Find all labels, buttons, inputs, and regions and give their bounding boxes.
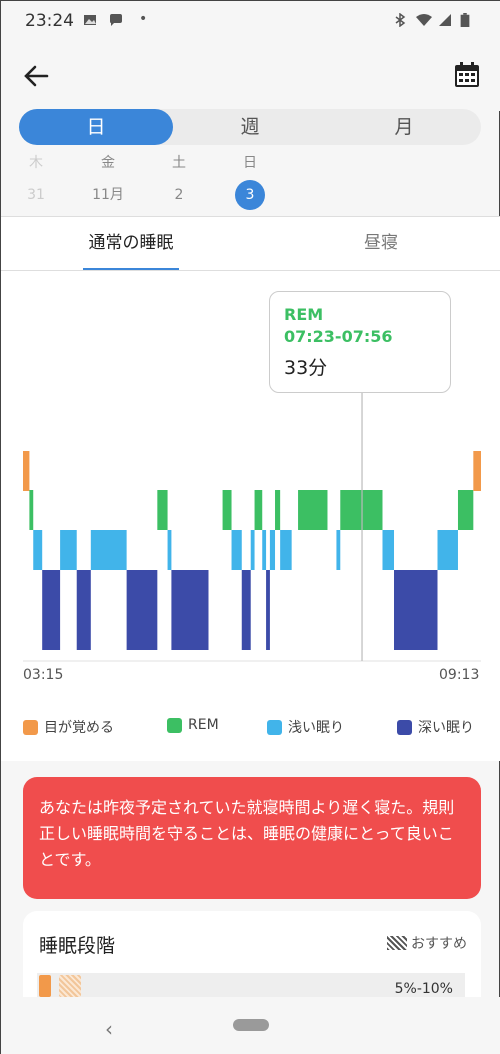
date-weekday: 木 bbox=[29, 155, 43, 171]
legend-item-deep: 深い眠り bbox=[397, 717, 474, 737]
range-selector: 日 週 月 bbox=[19, 109, 481, 145]
sleep-segment[interactable] bbox=[157, 490, 168, 530]
sleep-segment[interactable] bbox=[23, 451, 30, 491]
tab-nap[interactable]: 昼寝 bbox=[341, 217, 421, 271]
gallery-icon bbox=[84, 15, 96, 25]
recommended-label: おすすめ bbox=[411, 936, 467, 952]
legend-label: 目が覚める bbox=[44, 720, 114, 736]
legend-label: 深い眠り bbox=[418, 720, 474, 736]
chart-tooltip: REM 07:23-07:56 33分 bbox=[269, 291, 451, 393]
sleep-segment[interactable] bbox=[254, 490, 263, 530]
sleep-segment[interactable] bbox=[126, 570, 158, 650]
nav-back-icon[interactable]: ‹ bbox=[105, 1017, 113, 1041]
sleep-segment[interactable] bbox=[394, 570, 438, 650]
date-number: 31 bbox=[27, 187, 45, 203]
recommended-legend: おすすめ bbox=[387, 933, 467, 953]
card-title: 睡眠段階 bbox=[39, 935, 116, 957]
legend-label: 浅い眠り bbox=[288, 720, 344, 736]
awake-actual-bar bbox=[39, 975, 51, 997]
range-tab-week[interactable]: 週 bbox=[173, 109, 327, 145]
sleep-type-tabs: 通常の睡眠 昼寝 bbox=[1, 217, 500, 271]
calendar-icon[interactable] bbox=[453, 61, 481, 89]
sleep-segment[interactable] bbox=[231, 530, 242, 570]
tab-normal-sleep[interactable]: 通常の睡眠 bbox=[83, 217, 179, 271]
sleep-segment[interactable] bbox=[76, 570, 91, 650]
legend-swatch bbox=[23, 719, 38, 735]
date-item[interactable]: 土 2 bbox=[154, 151, 204, 211]
sleep-segment[interactable] bbox=[42, 570, 61, 650]
date-item-selected[interactable]: 日 3 bbox=[225, 151, 275, 211]
sleep-segment[interactable] bbox=[340, 490, 383, 530]
date-number: 3 bbox=[235, 180, 265, 210]
sleep-segment[interactable] bbox=[457, 490, 474, 530]
sleep-segment[interactable] bbox=[262, 530, 267, 570]
legend-item-awake: 目が覚める bbox=[23, 717, 114, 737]
sleep-segment[interactable] bbox=[298, 490, 328, 530]
bluetooth-icon bbox=[395, 13, 406, 27]
range-tab-day[interactable]: 日 bbox=[19, 109, 173, 145]
date-weekday: 土 bbox=[172, 155, 186, 171]
date-item[interactable]: 金 11月 bbox=[83, 151, 133, 211]
device-frame: 23:24 • 日 週 月 木 31 金 11月 土 2 日 3 通常の睡眠 昼… bbox=[0, 0, 500, 1054]
sleep-segment[interactable] bbox=[473, 451, 481, 491]
date-item[interactable]: 木 31 bbox=[11, 151, 61, 211]
legend-swatch bbox=[167, 717, 182, 733]
date-weekday: 日 bbox=[243, 155, 257, 171]
legend-label: REM bbox=[188, 717, 219, 733]
sleep-segment[interactable] bbox=[336, 530, 341, 570]
legend-swatch bbox=[267, 719, 282, 735]
notification-dot: • bbox=[139, 11, 148, 27]
hatch-pattern-icon bbox=[387, 936, 407, 950]
x-axis-end-label: 09:13 bbox=[439, 667, 480, 683]
sleep-segment[interactable] bbox=[90, 530, 127, 570]
date-strip: 木 31 金 11月 土 2 日 3 bbox=[1, 151, 500, 215]
tab-label: 通常の睡眠 bbox=[88, 233, 174, 253]
date-number: 2 bbox=[174, 187, 184, 203]
sleep-segment[interactable] bbox=[437, 530, 458, 570]
sleep-segment[interactable] bbox=[29, 490, 34, 530]
tooltip-stage: REM bbox=[284, 305, 324, 324]
bedtime-alert: あなたは昨夜予定されていた就寝時間より遅く寝た。規則正しい睡眠時間を守ることは、… bbox=[23, 777, 481, 899]
sleep-segment[interactable] bbox=[33, 530, 43, 570]
sleep-segment[interactable] bbox=[171, 570, 209, 650]
tooltip-duration: 33分 bbox=[284, 357, 328, 379]
sleep-segment[interactable] bbox=[60, 530, 77, 570]
awake-range-label: 5%-10% bbox=[394, 981, 453, 997]
battery-icon bbox=[460, 13, 470, 27]
legend-item-rem: REM bbox=[167, 717, 219, 733]
back-arrow-icon[interactable] bbox=[21, 61, 51, 91]
sleep-segment[interactable] bbox=[382, 530, 395, 570]
sleep-segment[interactable] bbox=[222, 490, 232, 530]
sleep-segment[interactable] bbox=[269, 530, 276, 570]
app-bar bbox=[1, 41, 500, 111]
x-axis-start-label: 03:15 bbox=[23, 667, 64, 683]
tooltip-time-range: 07:23-07:56 bbox=[284, 327, 393, 346]
awake-recommended-bar bbox=[59, 975, 81, 997]
signal-icon bbox=[439, 14, 451, 26]
tab-label: 昼寝 bbox=[364, 233, 398, 253]
sleep-segment[interactable] bbox=[241, 570, 251, 650]
system-nav-bar: ‹ bbox=[1, 997, 500, 1054]
chat-icon bbox=[110, 14, 122, 26]
wifi-icon bbox=[416, 14, 432, 26]
legend-item-light: 浅い眠り bbox=[267, 717, 344, 737]
sleep-segment[interactable] bbox=[250, 530, 255, 570]
sleep-segment[interactable] bbox=[275, 490, 281, 530]
status-bar: 23:24 • bbox=[1, 1, 500, 41]
home-pill[interactable] bbox=[233, 1019, 269, 1031]
legend-swatch bbox=[397, 719, 412, 735]
date-number: 11月 bbox=[92, 187, 124, 203]
range-tab-month[interactable]: 月 bbox=[327, 109, 481, 145]
sleep-chart-area: REM 07:23-07:56 33分 03:15 09:13 目が覚める RE… bbox=[1, 271, 500, 761]
sleep-segment[interactable] bbox=[266, 570, 270, 650]
sleep-segment[interactable] bbox=[167, 530, 172, 570]
sleep-segment[interactable] bbox=[280, 530, 292, 570]
date-weekday: 金 bbox=[101, 155, 115, 171]
status-time: 23:24 bbox=[25, 11, 74, 31]
